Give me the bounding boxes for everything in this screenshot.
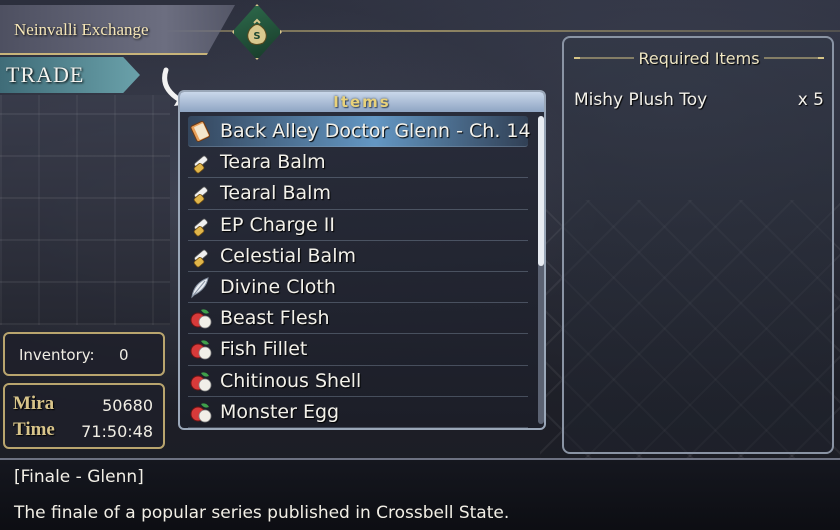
required-items-panel: Required Items Mishy Plush Toy x 5: [562, 36, 834, 454]
required-item-name: Mishy Plush Toy: [574, 90, 708, 110]
required-item-quantity: x 5: [797, 90, 824, 110]
item-row[interactable]: Back Alley Doctor Glenn - Ch. 14: [188, 116, 531, 148]
item-name: Teara Balm: [220, 151, 326, 174]
inventory-label: Inventory:: [19, 346, 95, 364]
item-row[interactable]: Chitinous Shell: [188, 366, 528, 397]
item-name: Divine Cloth: [220, 276, 336, 299]
item-name: Beast Flesh: [220, 307, 330, 330]
food-ingredient-icon: [188, 369, 214, 393]
feather-icon: [188, 275, 214, 299]
item-row[interactable]: Beast Flesh: [188, 303, 528, 335]
mira-label: Mira: [13, 393, 55, 414]
item-name: Celestial Balm: [220, 244, 356, 267]
money-bag-icon: S: [232, 4, 282, 60]
svg-text:S: S: [253, 31, 260, 42]
item-name: Chitinous Shell: [220, 369, 362, 392]
item-row[interactable]: Tearal Balm: [188, 178, 528, 210]
item-name: Tearal Balm: [220, 182, 331, 205]
trade-mode-banner: TRADE: [0, 57, 140, 93]
description-bar: [Finale - Glenn] The finale of a popular…: [0, 458, 840, 530]
time-label: Time: [13, 419, 55, 440]
medicine-vial-icon: [188, 181, 214, 205]
item-row[interactable]: Teara Balm: [188, 147, 528, 179]
items-panel: Items Back Alley Doctor Glenn - Ch. 14 Te…: [178, 90, 546, 430]
inventory-value: 0: [119, 346, 129, 364]
medicine-vial-icon: [188, 244, 214, 268]
required-items-title: Required Items: [638, 48, 760, 68]
item-name: Monster Egg: [220, 400, 340, 423]
item-row[interactable]: Celestial Balm: [188, 241, 528, 272]
items-scroll-thumb[interactable]: [538, 116, 544, 266]
description-title: [Finale - Glenn]: [14, 467, 144, 487]
medicine-vial-icon: [188, 213, 214, 237]
item-row[interactable]: Monster Egg: [188, 397, 528, 428]
item-name: Fish Fillet: [220, 338, 308, 361]
items-scrollbar[interactable]: [538, 116, 544, 424]
food-ingredient-icon: [188, 306, 214, 330]
items-header-label: Items: [333, 93, 391, 111]
time-value: 71:50:48: [81, 422, 153, 441]
items-header: Items: [180, 92, 544, 112]
item-row[interactable]: Fish Fillet: [188, 334, 528, 366]
inventory-box: Inventory: 0: [3, 332, 165, 376]
required-items-header: Required Items: [574, 46, 824, 70]
mira-time-box: Mira 50680 Time 71:50:48: [3, 383, 165, 449]
description-text: The finale of a popular series published…: [14, 503, 510, 523]
food-ingredient-icon: [188, 400, 214, 424]
medicine-vial-icon: [188, 150, 214, 174]
book-icon: [188, 119, 214, 143]
trade-mode-label: TRADE: [6, 62, 85, 87]
mira-value: 50680: [102, 396, 153, 415]
background-shelves: [0, 95, 170, 325]
item-name: EP Charge II: [220, 213, 335, 236]
required-item-row: Mishy Plush Toy x 5: [574, 90, 824, 110]
item-list: Back Alley Doctor Glenn - Ch. 14 Teara Ba…: [188, 116, 531, 428]
food-ingredient-icon: [188, 337, 214, 361]
item-row[interactable]: EP Charge II: [188, 210, 528, 241]
item-name: Back Alley Doctor Glenn - Ch. 14: [220, 120, 531, 143]
shop-name: Neinvalli Exchange: [14, 20, 149, 39]
shop-title-banner: Neinvalli Exchange: [0, 5, 235, 55]
item-row[interactable]: Divine Cloth: [188, 272, 528, 304]
